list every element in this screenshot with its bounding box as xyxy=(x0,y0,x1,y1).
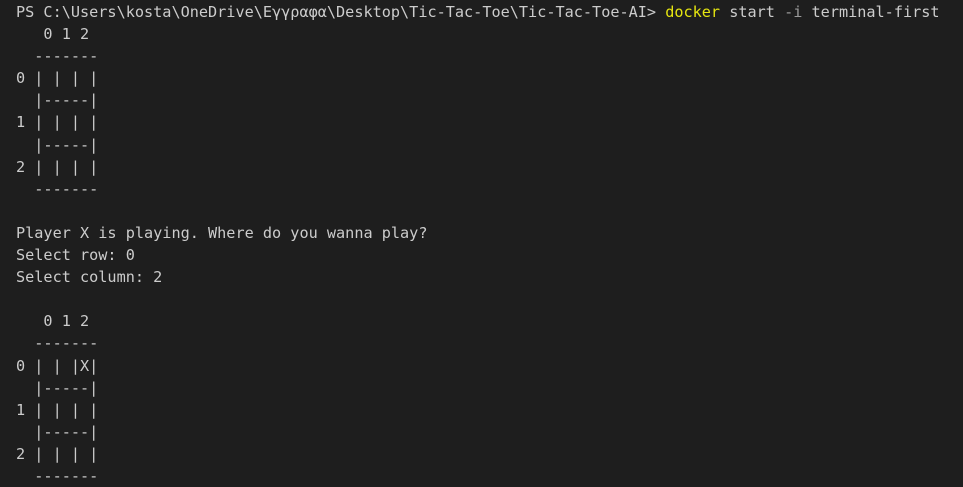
board-row-0: 0 | | |X| xyxy=(16,356,99,375)
board-column-header: 0 1 2 xyxy=(16,312,90,331)
board-row-1: 1 | | | | xyxy=(16,113,99,132)
board-separator: |-----| xyxy=(16,378,99,397)
board-separator: |-----| xyxy=(16,422,99,441)
board-separator: |-----| xyxy=(16,91,99,110)
board-row-2: 2 | | | | xyxy=(16,157,99,176)
board-border-bottom: ------- xyxy=(16,466,99,485)
board-border-top: ------- xyxy=(16,334,99,353)
terminal-output[interactable]: PS C:\Users\kosta\OneDrive\Εγγραφα\Deskt… xyxy=(0,0,963,487)
command-args: start xyxy=(720,3,785,21)
turn-message: Player X is playing. Where do you wanna … xyxy=(16,223,428,242)
command-args-rest: terminal-first xyxy=(802,3,940,21)
board-row-1: 1 | | | | xyxy=(16,400,99,419)
command-text: docker xyxy=(665,3,721,21)
board-separator: |-----| xyxy=(16,135,99,154)
prompt-text: PS C:\Users\kosta\OneDrive\Εγγραφα\Deskt… xyxy=(16,3,666,21)
board-row-0: 0 | | | | xyxy=(16,69,99,88)
board-border-top: ------- xyxy=(16,47,99,66)
select-column-prompt: Select column: 2 xyxy=(16,268,163,287)
board-border-bottom: ------- xyxy=(16,179,99,198)
board-column-header: 0 1 2 xyxy=(16,25,90,44)
command-line: PS C:\Users\kosta\OneDrive\Εγγραφα\Deskt… xyxy=(16,1,963,23)
board-row-2: 2 | | | | xyxy=(16,444,99,463)
select-row-prompt: Select row: 0 xyxy=(16,246,135,265)
command-flag: -i xyxy=(784,3,803,21)
